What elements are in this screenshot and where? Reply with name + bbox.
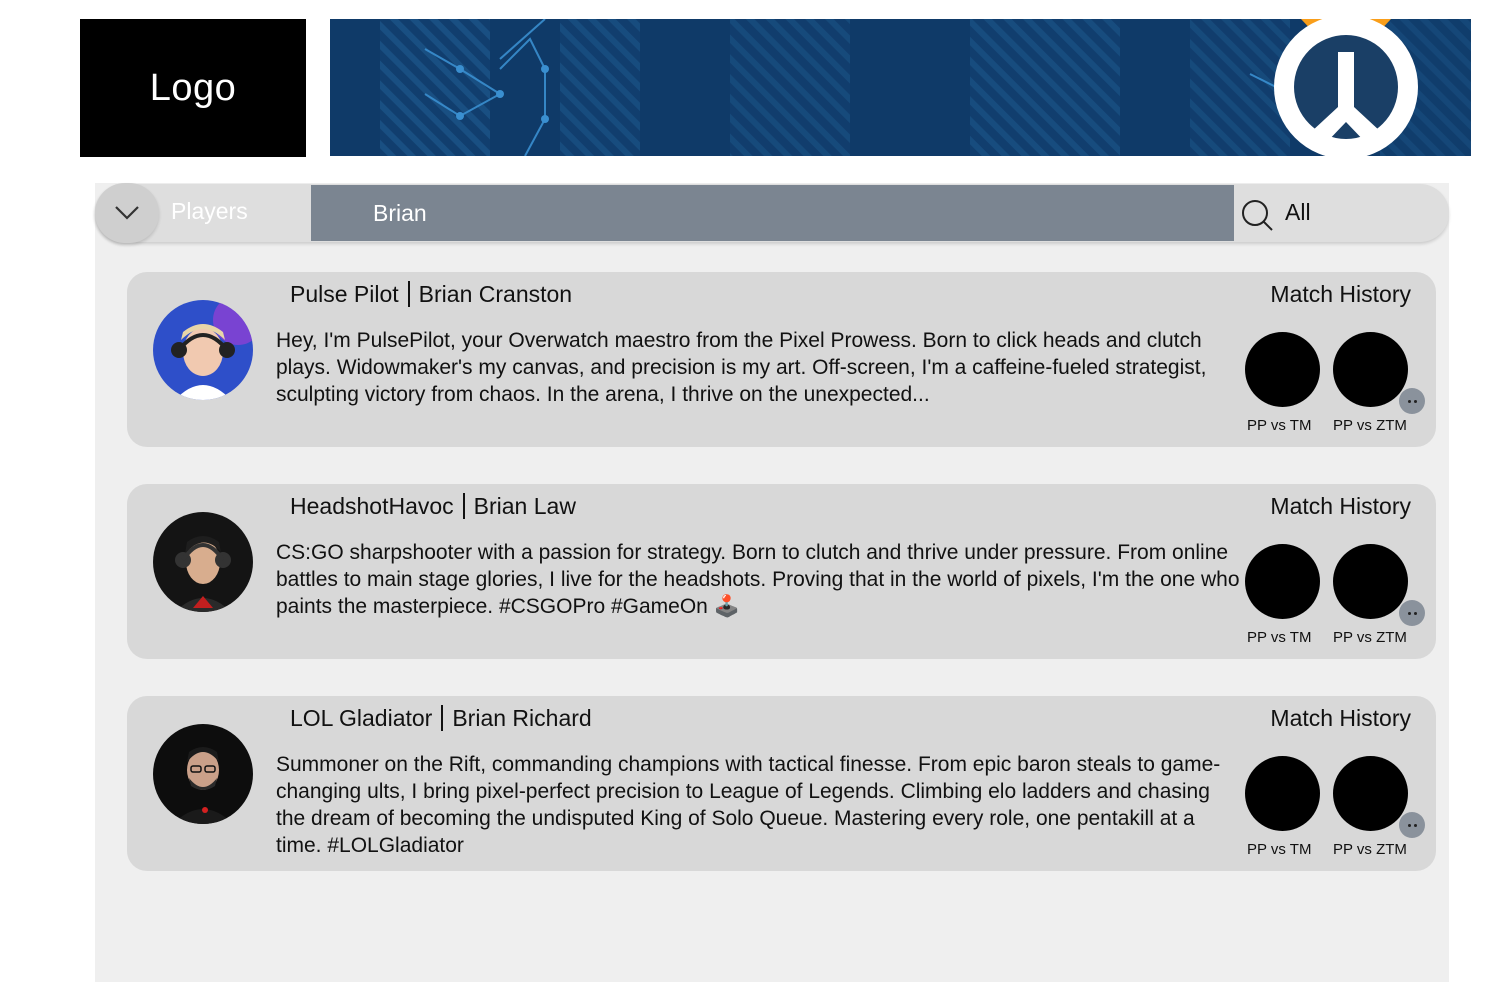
player-bio: CS:GO sharpshooter with a passion for st… bbox=[276, 541, 1240, 618]
match-label: PP vs ZTM bbox=[1333, 417, 1407, 434]
match-label: PP vs ZTM bbox=[1333, 629, 1407, 646]
player-photo bbox=[153, 512, 253, 612]
match-thumbnail[interactable] bbox=[1333, 544, 1408, 619]
player-name: Brian Law bbox=[473, 493, 576, 519]
player-photo bbox=[153, 724, 253, 824]
match-history-title: Match History bbox=[1270, 281, 1411, 307]
search-input[interactable]: Brian bbox=[311, 185, 1234, 241]
header-banner bbox=[330, 19, 1471, 156]
player-card[interactable]: Pulse Pilot Brian Cranston Hey, I'm Pulse… bbox=[127, 272, 1436, 447]
logo-text: Logo bbox=[149, 66, 237, 109]
more-matches-button[interactable] bbox=[1399, 388, 1425, 414]
more-matches-button[interactable] bbox=[1399, 812, 1425, 838]
avatar[interactable] bbox=[153, 724, 253, 824]
match-thumbnail[interactable] bbox=[1333, 756, 1408, 831]
search-icon[interactable] bbox=[1240, 198, 1274, 232]
logo[interactable]: Logo bbox=[80, 19, 306, 157]
chevron-down-icon bbox=[115, 206, 139, 220]
player-bio: Hey, I'm PulsePilot, your Overwatch maes… bbox=[276, 329, 1207, 406]
more-matches-button[interactable] bbox=[1399, 600, 1425, 626]
match-label: PP vs TM bbox=[1247, 629, 1312, 646]
player-bio: Summoner on the Rift, commanding champio… bbox=[276, 753, 1221, 857]
player-name: Brian Richard bbox=[452, 705, 592, 731]
avatar[interactable] bbox=[153, 300, 253, 400]
match-thumbnail[interactable] bbox=[1245, 544, 1320, 619]
title-divider bbox=[462, 493, 465, 519]
match-thumbnail[interactable] bbox=[1245, 756, 1320, 831]
player-title: HeadshotHavoc Brian Law bbox=[290, 493, 576, 520]
match-thumbnail[interactable] bbox=[1245, 332, 1320, 407]
match-label: PP vs ZTM bbox=[1333, 841, 1407, 858]
match-label: PP vs TM bbox=[1247, 841, 1312, 858]
gamertag: Pulse Pilot bbox=[290, 281, 399, 307]
player-title: LOL Gladiator Brian Richard bbox=[290, 705, 592, 732]
banner-graphic bbox=[330, 19, 1471, 156]
gamertag: LOL Gladiator bbox=[290, 705, 433, 731]
player-card[interactable]: LOL Gladiator Brian Richard Summoner on t… bbox=[127, 696, 1436, 871]
player-card[interactable]: HeadshotHavoc Brian Law CS:GO sharpshoote… bbox=[127, 484, 1436, 659]
title-divider bbox=[407, 281, 410, 307]
filter-all[interactable]: All bbox=[1285, 199, 1311, 226]
match-thumbnail[interactable] bbox=[1333, 332, 1408, 407]
player-name: Brian Cranston bbox=[418, 281, 573, 307]
match-history-title: Match History bbox=[1270, 493, 1411, 519]
player-title: Pulse Pilot Brian Cranston bbox=[290, 281, 572, 308]
player-photo bbox=[153, 300, 253, 400]
title-divider bbox=[441, 705, 444, 731]
category-label[interactable]: Players bbox=[171, 198, 248, 225]
category-dropdown-button[interactable] bbox=[95, 183, 159, 243]
avatar[interactable] bbox=[153, 512, 253, 612]
match-label: PP vs TM bbox=[1247, 417, 1312, 434]
gamertag: HeadshotHavoc bbox=[290, 493, 454, 519]
match-history-title: Match History bbox=[1270, 705, 1411, 731]
